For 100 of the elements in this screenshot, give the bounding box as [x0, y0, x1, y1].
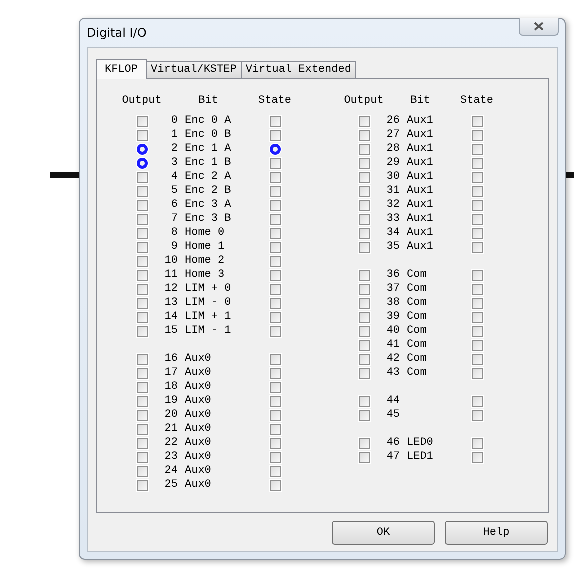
state-checkbox[interactable] — [472, 340, 482, 350]
state-checkbox[interactable] — [270, 270, 280, 280]
state-checkbox[interactable] — [270, 144, 280, 154]
state-checkbox[interactable] — [472, 158, 482, 168]
state-checkbox[interactable] — [472, 410, 482, 420]
output-checkbox[interactable] — [136, 466, 148, 476]
output-checkbox[interactable] — [358, 172, 370, 182]
output-checkbox[interactable] — [136, 298, 148, 308]
state-checkbox[interactable] — [472, 312, 482, 322]
state-checkbox[interactable] — [472, 298, 482, 308]
state-checkbox[interactable] — [472, 438, 482, 448]
state-checkbox[interactable] — [472, 270, 482, 280]
state-checkbox[interactable] — [472, 186, 482, 196]
state-checkbox[interactable] — [270, 298, 280, 308]
output-checkbox[interactable] — [358, 298, 370, 308]
output-checkbox[interactable] — [358, 340, 370, 350]
output-checkbox[interactable] — [136, 172, 148, 182]
output-checkbox[interactable] — [358, 354, 370, 364]
state-checkbox[interactable] — [472, 326, 482, 336]
state-checkbox[interactable] — [270, 284, 280, 294]
output-checkbox[interactable] — [358, 312, 370, 322]
output-checkbox[interactable] — [358, 116, 370, 126]
state-checkbox[interactable] — [472, 214, 482, 224]
state-checkbox[interactable] — [270, 172, 280, 182]
output-checkbox[interactable] — [358, 214, 370, 224]
output-checkbox[interactable] — [358, 438, 370, 448]
state-checkbox[interactable] — [472, 144, 482, 154]
output-checkbox[interactable] — [136, 200, 148, 210]
state-checkbox[interactable] — [472, 354, 482, 364]
state-checkbox[interactable] — [270, 354, 280, 364]
output-checkbox[interactable] — [136, 144, 148, 154]
state-checkbox[interactable] — [270, 452, 280, 462]
state-checkbox[interactable] — [270, 228, 280, 238]
state-checkbox[interactable] — [270, 466, 280, 476]
state-checkbox[interactable] — [270, 480, 280, 490]
state-checkbox[interactable] — [270, 326, 280, 336]
state-checkbox[interactable] — [472, 284, 482, 294]
output-checkbox[interactable] — [136, 452, 148, 462]
state-checkbox[interactable] — [472, 130, 482, 140]
output-checkbox[interactable] — [358, 270, 370, 280]
output-checkbox[interactable] — [358, 186, 370, 196]
output-checkbox[interactable] — [136, 214, 148, 224]
output-checkbox[interactable] — [358, 326, 370, 336]
tab[interactable]: KFLOP — [96, 59, 148, 79]
output-checkbox[interactable] — [358, 396, 370, 406]
state-checkbox[interactable] — [270, 242, 280, 252]
output-checkbox[interactable] — [358, 228, 370, 238]
state-checkbox[interactable] — [472, 368, 482, 378]
state-checkbox[interactable] — [270, 396, 280, 406]
output-checkbox[interactable] — [136, 116, 148, 126]
output-checkbox[interactable] — [358, 452, 370, 462]
dialog-button[interactable]: Help — [445, 521, 548, 545]
state-checkbox[interactable] — [472, 116, 482, 126]
state-checkbox[interactable] — [270, 438, 280, 448]
state-checkbox[interactable] — [270, 116, 280, 126]
output-checkbox[interactable] — [136, 130, 148, 140]
tab[interactable]: Virtual Extended — [240, 61, 356, 78]
state-checkbox[interactable] — [472, 228, 482, 238]
output-checkbox[interactable] — [358, 130, 370, 140]
state-checkbox[interactable] — [270, 368, 280, 378]
output-checkbox[interactable] — [136, 382, 148, 392]
output-checkbox[interactable] — [136, 186, 148, 196]
output-checkbox[interactable] — [136, 396, 148, 406]
output-checkbox[interactable] — [136, 424, 148, 434]
state-checkbox[interactable] — [472, 396, 482, 406]
state-checkbox[interactable] — [270, 214, 280, 224]
state-checkbox[interactable] — [270, 410, 280, 420]
state-checkbox[interactable] — [270, 312, 280, 322]
state-checkbox[interactable] — [270, 256, 280, 266]
state-checkbox[interactable] — [270, 200, 280, 210]
output-checkbox[interactable] — [136, 284, 148, 294]
output-checkbox[interactable] — [358, 200, 370, 210]
output-checkbox[interactable] — [136, 368, 148, 378]
output-checkbox[interactable] — [136, 228, 148, 238]
dialog-button[interactable]: OK — [332, 521, 435, 545]
output-checkbox[interactable] — [136, 438, 148, 448]
output-checkbox[interactable] — [136, 256, 148, 266]
state-checkbox[interactable] — [472, 242, 482, 252]
state-checkbox[interactable] — [270, 424, 280, 434]
state-checkbox[interactable] — [270, 158, 280, 168]
state-checkbox[interactable] — [270, 186, 280, 196]
output-checkbox[interactable] — [358, 368, 370, 378]
output-checkbox[interactable] — [136, 326, 148, 336]
close-button[interactable] — [519, 18, 559, 36]
output-checkbox[interactable] — [136, 158, 148, 168]
output-checkbox[interactable] — [358, 410, 370, 420]
output-checkbox[interactable] — [358, 158, 370, 168]
state-checkbox[interactable] — [270, 382, 280, 392]
output-checkbox[interactable] — [136, 480, 148, 490]
output-checkbox[interactable] — [136, 270, 148, 280]
output-checkbox[interactable] — [358, 144, 370, 154]
output-checkbox[interactable] — [136, 354, 148, 364]
output-checkbox[interactable] — [358, 284, 370, 294]
output-checkbox[interactable] — [136, 312, 148, 322]
state-checkbox[interactable] — [472, 172, 482, 182]
output-checkbox[interactable] — [136, 410, 148, 420]
output-checkbox[interactable] — [136, 242, 148, 252]
state-checkbox[interactable] — [472, 452, 482, 462]
state-checkbox[interactable] — [472, 200, 482, 210]
state-checkbox[interactable] — [270, 130, 280, 140]
